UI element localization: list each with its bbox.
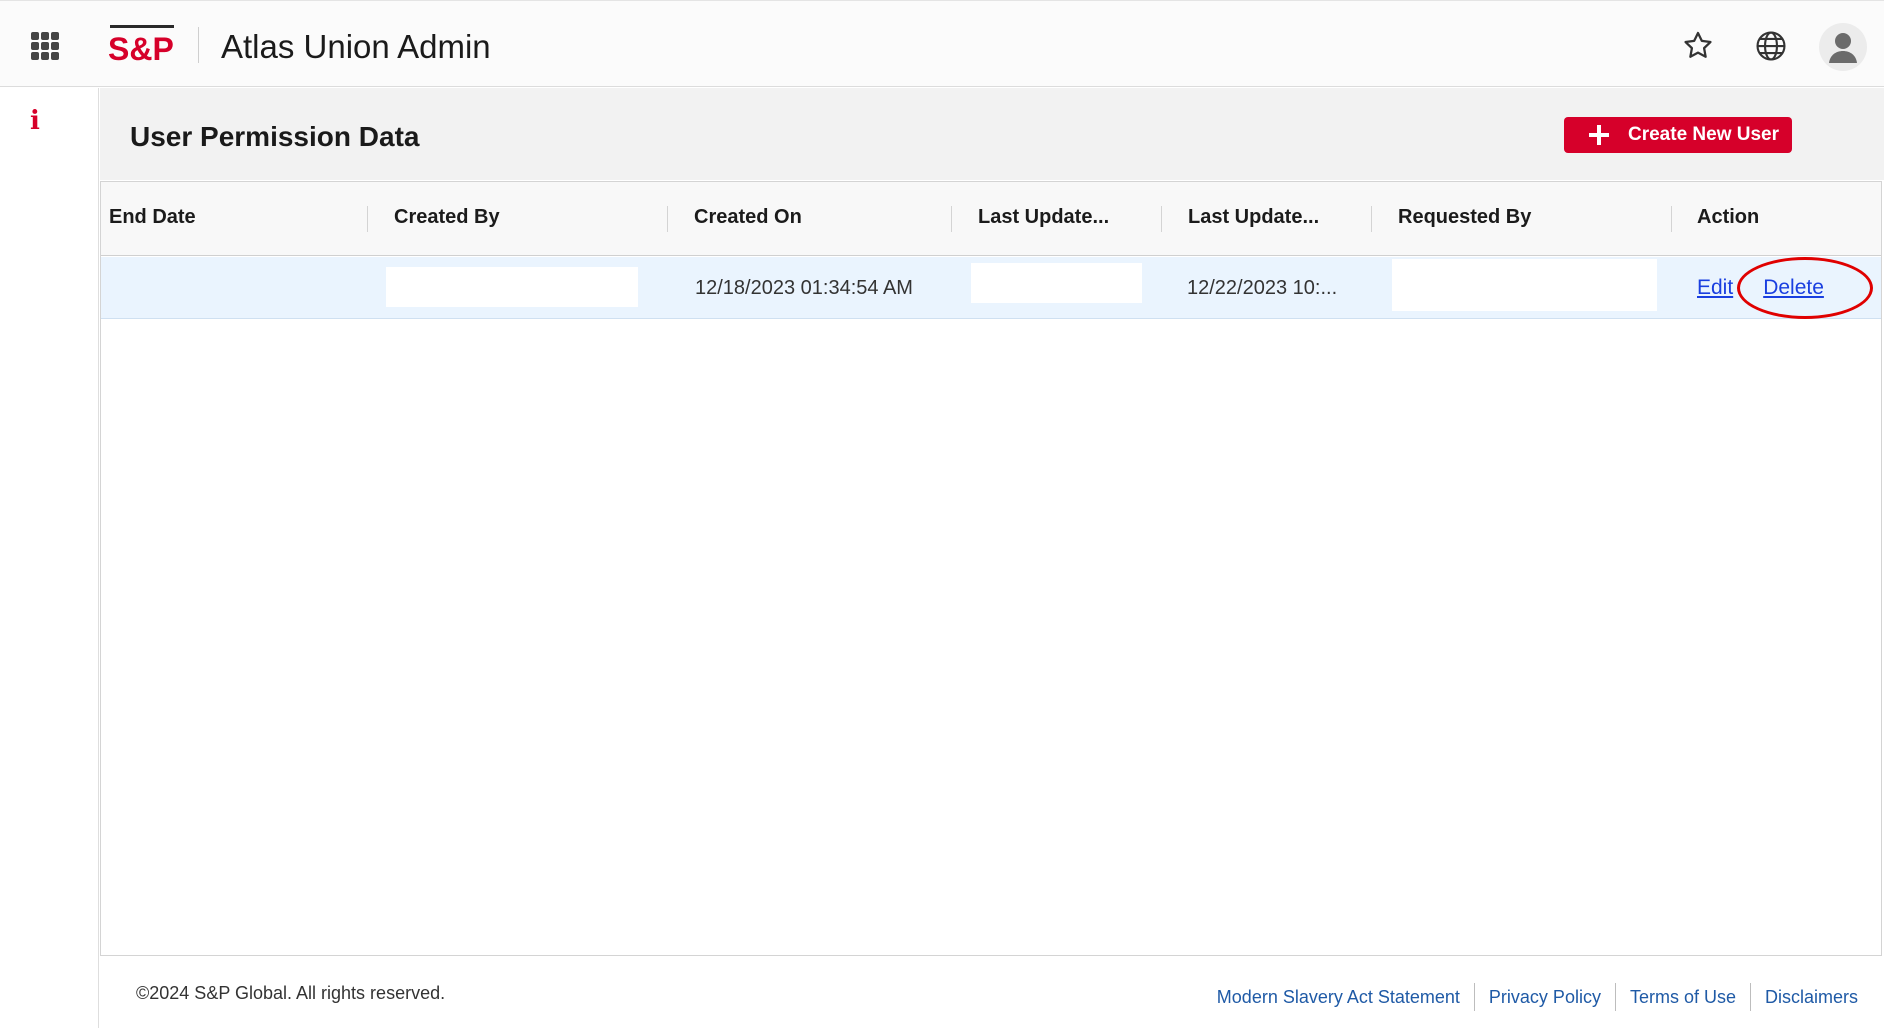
create-new-user-label: Create New User bbox=[1628, 124, 1780, 145]
top-navigation-bar: S&P Atlas Union Admin bbox=[0, 0, 1884, 87]
plus-icon bbox=[1588, 124, 1610, 146]
column-header-last-updated-on[interactable]: Last Update... bbox=[1188, 206, 1319, 229]
footer-link-privacy-policy[interactable]: Privacy Policy bbox=[1475, 987, 1615, 1008]
footer-link-disclaimers[interactable]: Disclaimers bbox=[1751, 987, 1858, 1008]
footer-links: Modern Slavery Act Statement Privacy Pol… bbox=[1203, 983, 1858, 1011]
app-launcher-icon[interactable] bbox=[31, 32, 59, 60]
user-avatar-icon[interactable] bbox=[1819, 23, 1867, 71]
column-resize-handle[interactable] bbox=[667, 206, 668, 232]
create-new-user-button[interactable]: Create New User bbox=[1564, 117, 1792, 153]
column-header-last-updated-by[interactable]: Last Update... bbox=[978, 206, 1109, 229]
column-resize-handle[interactable] bbox=[1671, 206, 1672, 232]
column-header-requested-by[interactable]: Requested By bbox=[1398, 206, 1531, 229]
star-icon[interactable] bbox=[1681, 29, 1715, 63]
footer-link-terms-of-use[interactable]: Terms of Use bbox=[1616, 987, 1750, 1008]
footer-link-modern-slavery[interactable]: Modern Slavery Act Statement bbox=[1203, 987, 1474, 1008]
column-resize-handle[interactable] bbox=[1161, 206, 1162, 232]
column-resize-handle[interactable] bbox=[367, 206, 368, 232]
header-divider bbox=[198, 27, 199, 63]
copyright-text: ©2024 S&P Global. All rights reserved. bbox=[136, 983, 446, 1003]
cell-end-date bbox=[109, 257, 359, 319]
info-icon[interactable]: i bbox=[30, 106, 40, 136]
grid-header-row: End Date Created By Created On Last Upda… bbox=[101, 182, 1881, 256]
redacted-last-updated-by bbox=[971, 263, 1142, 303]
page-title: User Permission Data bbox=[130, 121, 420, 152]
cell-last-updated-on: 12/22/2023 10:... bbox=[1187, 276, 1338, 299]
app-title: Atlas Union Admin bbox=[221, 28, 491, 65]
brand-logo-text: S&P bbox=[108, 31, 174, 67]
permission-data-grid: End Date Created By Created On Last Upda… bbox=[100, 181, 1882, 956]
cell-created-on: 12/18/2023 01:34:54 AM bbox=[695, 276, 913, 299]
column-resize-handle[interactable] bbox=[1371, 206, 1372, 232]
column-header-created-on[interactable]: Created On bbox=[694, 206, 802, 229]
column-header-created-by[interactable]: Created By bbox=[394, 206, 500, 229]
annotation-highlight-ellipse bbox=[1737, 257, 1873, 319]
left-sidebar bbox=[0, 88, 99, 1028]
column-resize-handle[interactable] bbox=[951, 206, 952, 232]
table-row[interactable]: 12/18/2023 01:34:54 AM 12/22/2023 10:...… bbox=[101, 257, 1881, 319]
redacted-requested-by bbox=[1392, 259, 1657, 311]
globe-icon[interactable] bbox=[1754, 29, 1788, 63]
edit-link[interactable]: Edit bbox=[1697, 276, 1733, 300]
column-header-action: Action bbox=[1697, 206, 1760, 228]
redacted-created-by bbox=[386, 267, 638, 307]
brand-logo[interactable]: S&P bbox=[108, 25, 176, 67]
column-header-end-date[interactable]: End Date bbox=[109, 206, 196, 229]
